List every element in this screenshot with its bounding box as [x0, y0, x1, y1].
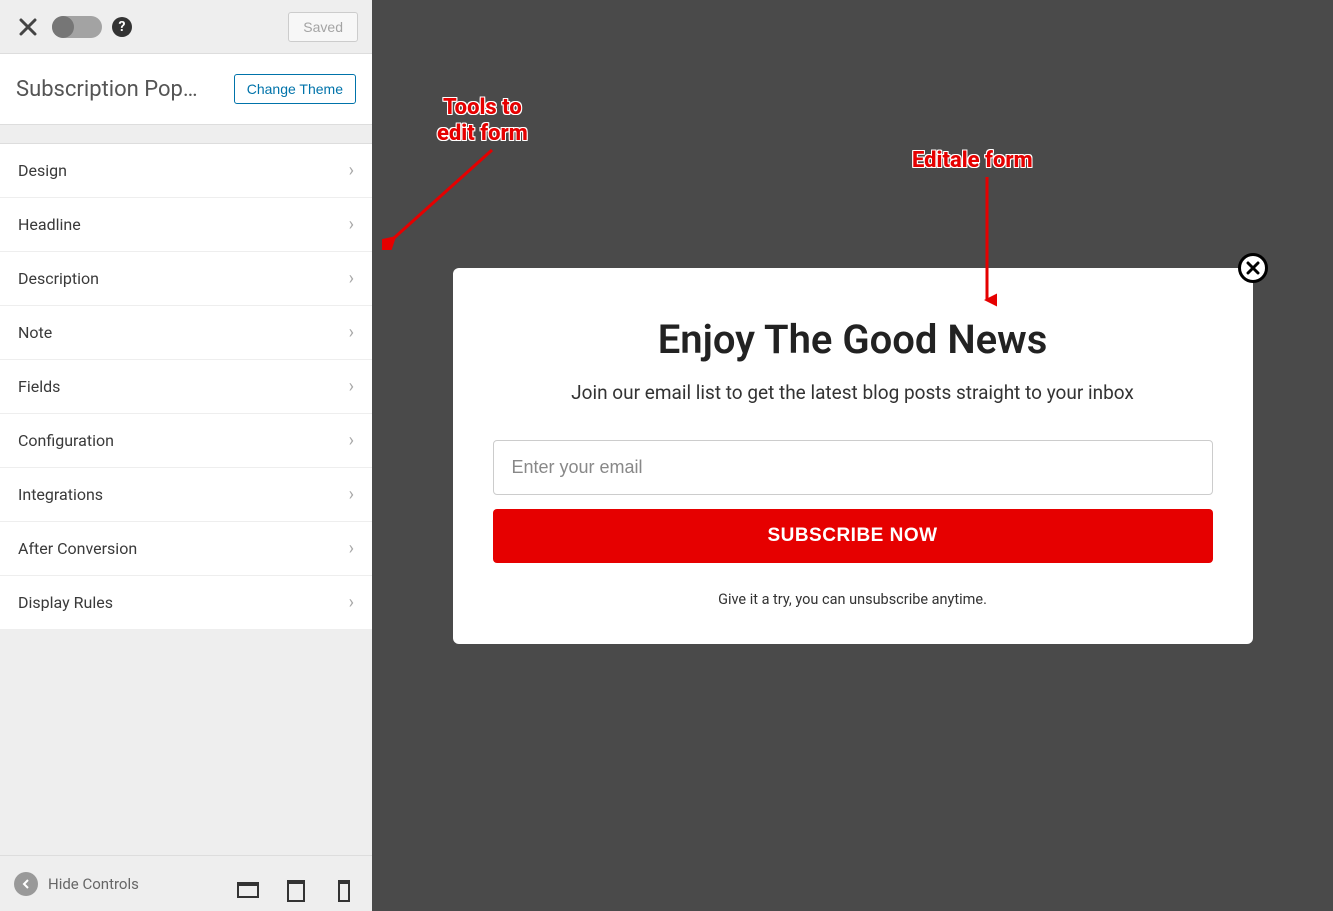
menu-label: Note: [18, 323, 349, 342]
menu-item-display-rules[interactable]: Display Rules ›: [0, 576, 372, 630]
settings-menu: Design › Headline › Description › Note ›…: [0, 143, 372, 630]
menu-item-after-conversion[interactable]: After Conversion ›: [0, 522, 372, 576]
menu-item-configuration[interactable]: Configuration ›: [0, 414, 372, 468]
menu-label: Integrations: [18, 485, 349, 504]
preview-canvas: Enjoy The Good News Join our email list …: [372, 0, 1333, 911]
mobile-device-icon[interactable]: [332, 879, 356, 903]
popup-description[interactable]: Join our email list to get the latest bl…: [493, 381, 1213, 404]
chevron-right-icon: ›: [349, 376, 354, 397]
page-title: Subscription Pop…: [16, 77, 222, 102]
chevron-right-icon: ›: [349, 160, 354, 181]
annotation-tools: Tools to edit form: [437, 95, 528, 148]
chevron-right-icon: ›: [349, 214, 354, 235]
menu-label: Description: [18, 269, 349, 288]
tablet-device-icon[interactable]: [284, 879, 308, 903]
sidebar: ? Saved Subscription Pop… Change Theme D…: [0, 0, 372, 911]
chevron-right-icon: ›: [349, 322, 354, 343]
menu-label: After Conversion: [18, 539, 349, 558]
menu-item-integrations[interactable]: Integrations ›: [0, 468, 372, 522]
menu-item-note[interactable]: Note ›: [0, 306, 372, 360]
menu-label: Fields: [18, 377, 349, 396]
menu-label: Headline: [18, 215, 349, 234]
popup-close-icon[interactable]: [1238, 253, 1268, 283]
menu-label: Design: [18, 161, 349, 180]
top-bar: ? Saved: [0, 0, 372, 54]
email-input[interactable]: [493, 440, 1213, 495]
publish-toggle[interactable]: [52, 16, 102, 38]
hide-controls-link[interactable]: Hide Controls: [48, 875, 139, 893]
arrow-to-sidebar: [382, 140, 502, 250]
menu-label: Display Rules: [18, 593, 349, 612]
menu-item-design[interactable]: Design ›: [0, 144, 372, 198]
menu-label: Configuration: [18, 431, 349, 450]
menu-item-fields[interactable]: Fields ›: [0, 360, 372, 414]
collapse-icon[interactable]: [14, 872, 38, 896]
popup-wrapper: Enjoy The Good News Join our email list …: [453, 268, 1253, 644]
popup-note[interactable]: Give it a try, you can unsubscribe anyti…: [493, 591, 1213, 608]
chevron-right-icon: ›: [349, 430, 354, 451]
help-icon[interactable]: ?: [112, 17, 132, 37]
desktop-device-icon[interactable]: [236, 879, 260, 903]
annotation-editable: Editale form: [912, 148, 1033, 174]
chevron-right-icon: ›: [349, 538, 354, 559]
popup-headline[interactable]: Enjoy The Good News: [493, 316, 1213, 363]
chevron-right-icon: ›: [349, 592, 354, 613]
menu-item-headline[interactable]: Headline ›: [0, 198, 372, 252]
close-icon[interactable]: [14, 13, 42, 41]
sidebar-footer: Hide Controls: [0, 855, 372, 911]
menu-item-description[interactable]: Description ›: [0, 252, 372, 306]
change-theme-button[interactable]: Change Theme: [234, 74, 356, 104]
saved-button: Saved: [288, 12, 358, 42]
subscription-popup[interactable]: Enjoy The Good News Join our email list …: [453, 268, 1253, 644]
subscribe-button[interactable]: SUBSCRIBE NOW: [493, 509, 1213, 563]
title-bar: Subscription Pop… Change Theme: [0, 54, 372, 125]
chevron-right-icon: ›: [349, 484, 354, 505]
chevron-right-icon: ›: [349, 268, 354, 289]
